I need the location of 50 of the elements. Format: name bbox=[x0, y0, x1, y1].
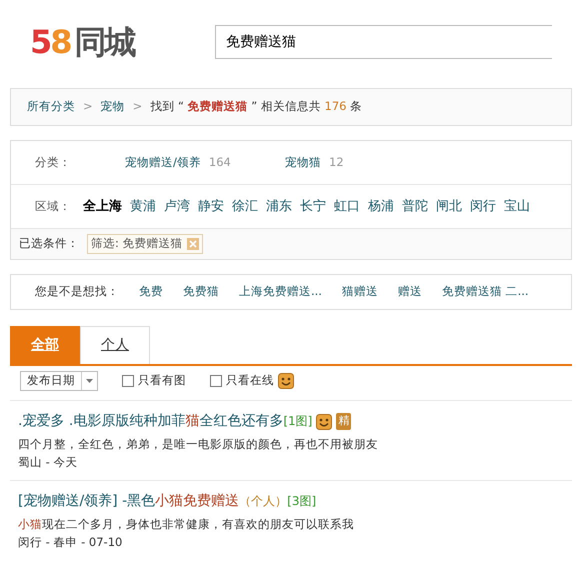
suggestion-link[interactable]: 免费 bbox=[139, 283, 163, 301]
area-link[interactable]: 普陀 bbox=[402, 196, 428, 216]
sort-dropdown[interactable]: 发布日期 bbox=[20, 371, 98, 391]
breadcrumb-link[interactable]: 宠物 bbox=[100, 98, 125, 116]
suggestion-link[interactable]: 免费赠送猫 二... bbox=[442, 283, 529, 301]
suggestion-label: 您是不是想找： bbox=[35, 283, 119, 300]
suggestion-link[interactable]: 免费猫 bbox=[183, 283, 219, 301]
logo-name: 同城 bbox=[74, 26, 135, 58]
area-link[interactable]: 虹口 bbox=[334, 196, 360, 216]
area-link[interactable]: 黄浦 bbox=[130, 196, 156, 216]
area-link[interactable]: 宝山 bbox=[504, 196, 530, 216]
suggestion-link[interactable]: 赠送 bbox=[398, 283, 422, 301]
checkbox-label: 只看有图 bbox=[138, 372, 186, 390]
listing-description: 小猫现在二个多月，身体也非常健康，有喜欢的朋友可以联系我 bbox=[18, 516, 355, 532]
listing-title[interactable]: [宠物赠送/领养] -黑色小猫免费赠送（个人）[3图] bbox=[18, 490, 316, 512]
category-count: 12 bbox=[329, 154, 344, 171]
filter-label: 分类： bbox=[35, 154, 72, 171]
filter-label: 已选条件： bbox=[19, 235, 79, 252]
breadcrumb-link[interactable]: 所有分类 bbox=[27, 98, 75, 116]
category-count: 164 bbox=[208, 154, 231, 171]
filter-label: 区域： bbox=[35, 198, 71, 215]
area-link[interactable]: 闸北 bbox=[436, 196, 462, 216]
separator-text: > bbox=[83, 98, 93, 116]
area-link[interactable]: 浦东 bbox=[266, 196, 292, 216]
category-link[interactable]: 宠物猫 bbox=[285, 154, 321, 172]
suggestion-link[interactable]: 上海免费赠送... bbox=[239, 283, 322, 301]
area-link[interactable]: 闵行 bbox=[470, 196, 496, 216]
area-link[interactable]: 静安 bbox=[198, 196, 224, 216]
category-link[interactable]: 宠物赠送/领养 bbox=[125, 154, 201, 172]
listing-title[interactable]: .宠爱多 .电影原版纯种加菲猫全红色还有多[1图] bbox=[18, 411, 312, 432]
area-link[interactable]: 全上海 bbox=[83, 196, 122, 216]
checkbox[interactable] bbox=[122, 375, 134, 387]
area-link[interactable]: 卢湾 bbox=[164, 196, 190, 216]
logo-digits: 58 bbox=[30, 26, 71, 58]
tab[interactable]: 个人 bbox=[80, 326, 150, 364]
filter-chip[interactable]: 筛选: 免费赠送猫 bbox=[87, 234, 203, 254]
featured-badge: 精 bbox=[336, 413, 352, 430]
listing-meta: 蜀山 - 今天 bbox=[18, 454, 78, 472]
result-summary: 找到 “ 免费赠送猫 ” 相关信息共 176 条 bbox=[150, 98, 362, 116]
checkbox-label: 只看在线 bbox=[226, 372, 274, 390]
area-link[interactable]: 徐汇 bbox=[232, 196, 258, 216]
area-link[interactable]: 长宁 bbox=[300, 196, 326, 216]
listing-meta: 闵行 - 春申 - 07-10 bbox=[18, 534, 122, 551]
suggestion-link[interactable]: 猫赠送 bbox=[342, 283, 378, 301]
listing-description: 四个月整，全红色，弟弟，是唯一电影原版的颜色，再也不用被朋友 bbox=[18, 436, 379, 453]
search-field[interactable]: 免费赠送猫 bbox=[215, 25, 552, 59]
separator-text: > bbox=[132, 98, 142, 116]
checkbox[interactable] bbox=[210, 375, 222, 387]
area-link[interactable]: 杨浦 bbox=[368, 196, 394, 216]
chip-label: 筛选: 免费赠送猫 bbox=[91, 235, 183, 252]
